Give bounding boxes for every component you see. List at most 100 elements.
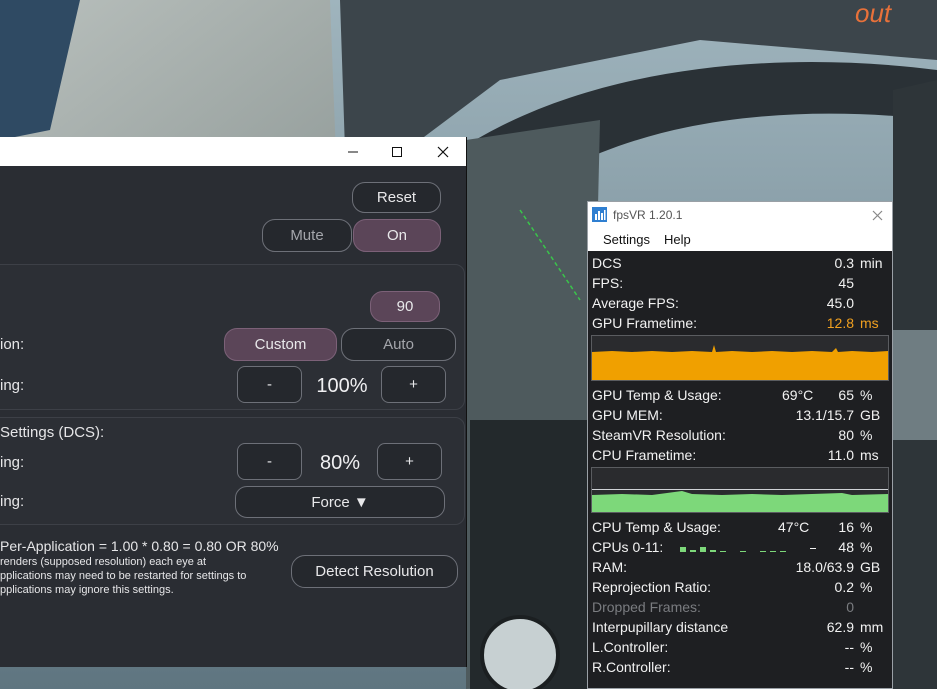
- fpsvr-window: fpsVR 1.20.1 Settings Help DCS 0.3 min F…: [587, 201, 893, 689]
- stat-value: 45: [838, 275, 854, 291]
- stat-row-cpu-frametime: CPU Frametime: 11.0 ms: [588, 445, 892, 465]
- detect-resolution-button[interactable]: Detect Resolution: [291, 555, 458, 588]
- stat-unit: %: [860, 639, 873, 655]
- stat-temp: 69°C: [782, 387, 814, 403]
- stat-value: 65: [838, 387, 854, 403]
- stat-value: 16: [838, 519, 854, 535]
- cpu-frametime-graph: [591, 467, 889, 513]
- stat-row-cpu-cores: CPUs 0-11: 48 %: [588, 537, 892, 557]
- auto-button[interactable]: Auto: [341, 328, 456, 361]
- stat-label: CPUs 0-11:: [592, 539, 664, 555]
- stat-value: 12.8: [826, 315, 854, 331]
- window-titlebar: [0, 137, 466, 166]
- stat-temp: 47°C: [778, 519, 810, 535]
- fpsvr-menubar: Settings Help: [588, 228, 892, 251]
- app-settings-title: Settings (DCS):: [0, 424, 105, 441]
- supersampling-value: 100%: [316, 375, 368, 397]
- stat-label: L.Controller:: [592, 639, 669, 655]
- stat-value: 11.0: [827, 447, 854, 463]
- stat-label: DCS: [592, 255, 622, 271]
- stat-unit: %: [860, 539, 873, 555]
- stat-unit: %: [860, 659, 873, 675]
- fpsvr-stats-panel: DCS 0.3 min FPS: 45 Average FPS: 45.0 GP…: [588, 251, 892, 688]
- stat-label: Dropped Frames:: [592, 599, 701, 615]
- mute-button[interactable]: Mute: [262, 219, 352, 252]
- stat-row-gpu-mem: GPU MEM: 13.1/15.7 GB: [588, 405, 892, 425]
- resolution-mode-label: ion:: [0, 336, 25, 353]
- stat-value: 48: [838, 539, 854, 555]
- stat-label: GPU Temp & Usage:: [592, 387, 722, 403]
- stat-row-app: DCS 0.3 min: [588, 253, 892, 273]
- stat-row-gpu-frametime: GPU Frametime: 12.8 ms: [588, 313, 892, 333]
- minimize-button[interactable]: [330, 137, 376, 166]
- maximize-button[interactable]: [374, 137, 420, 166]
- stat-label: Reprojection Ratio:: [592, 579, 712, 595]
- stat-row-ram: RAM: 18.0/63.9 GB: [588, 557, 892, 577]
- note-line-3: pplications may ignore this settings.: [0, 584, 174, 596]
- scene-text-fragment: out: [855, 0, 893, 28]
- note-line-2: pplications may need to be restarted for…: [0, 570, 247, 582]
- stat-unit: %: [860, 579, 873, 595]
- stat-label: GPU Frametime:: [592, 315, 698, 331]
- stat-value: 0.2: [834, 579, 854, 595]
- stat-row-cpu-temp-usage: CPU Temp & Usage: 47°C 16 %: [588, 517, 892, 537]
- cpu-core-bars: [680, 547, 816, 552]
- stat-row-fps: FPS: 45: [588, 273, 892, 293]
- stat-unit: mm: [860, 619, 884, 635]
- stat-label: R.Controller:: [592, 659, 671, 675]
- force-dropdown[interactable]: Force ▼: [235, 486, 445, 518]
- stat-label: FPS:: [592, 275, 624, 291]
- reset-button[interactable]: Reset: [352, 182, 441, 213]
- close-button[interactable]: [420, 137, 466, 166]
- app-supersampling-value: 80%: [319, 452, 361, 474]
- stat-row-average-fps: Average FPS: 45.0: [588, 293, 892, 313]
- app-increase-button[interactable]: +: [377, 443, 442, 480]
- fpsvr-titlebar: fpsVR 1.20.1: [588, 202, 892, 228]
- stat-unit: %: [860, 387, 873, 403]
- gpu-graph-area: [592, 345, 888, 380]
- stat-value: --: [844, 639, 854, 655]
- increase-button[interactable]: +: [381, 366, 446, 403]
- stat-row-gpu-temp-usage: GPU Temp & Usage: 69°C 65 %: [588, 385, 892, 405]
- app-override-label: ing:: [0, 493, 25, 510]
- stat-label: Average FPS:: [592, 295, 679, 311]
- stat-row-steamvr-resolution: SteamVR Resolution: 80 %: [588, 425, 892, 445]
- cpu-graph-area: [592, 489, 888, 512]
- stat-unit: GB: [860, 407, 881, 423]
- stat-unit: GB: [860, 559, 881, 575]
- fpsvr-close-button[interactable]: [864, 204, 890, 226]
- fpsvr-title: fpsVR 1.20.1: [613, 208, 683, 222]
- stat-value: 45.0: [826, 295, 854, 311]
- stat-value: 0.3: [834, 255, 854, 271]
- stat-unit: min: [860, 255, 883, 271]
- stat-label: Interpupillary distance: [592, 619, 729, 635]
- on-button[interactable]: On: [353, 219, 441, 252]
- decrease-button[interactable]: -: [237, 366, 302, 403]
- fpsvr-app-icon: [592, 207, 607, 222]
- stat-value: 80: [838, 427, 854, 443]
- stat-value: 0: [846, 599, 854, 615]
- close-icon: [872, 210, 882, 220]
- stat-row-left-controller: L.Controller: -- %: [588, 637, 892, 657]
- app-decrease-button[interactable]: -: [237, 443, 302, 480]
- note-line-1: renders (supposed resolution) each eye a…: [0, 556, 207, 568]
- stat-label: CPU Frametime:: [592, 447, 697, 463]
- close-icon: [437, 146, 449, 157]
- stat-label: GPU MEM:: [592, 407, 663, 423]
- stat-unit: ms: [860, 447, 879, 463]
- stat-row-right-controller: R.Controller: -- %: [588, 657, 892, 677]
- menu-help[interactable]: Help: [664, 232, 691, 247]
- menu-settings[interactable]: Settings: [603, 232, 650, 247]
- stat-value: 18.0/63.9: [795, 559, 854, 575]
- custom-button[interactable]: Custom: [224, 328, 337, 361]
- stat-label: RAM:: [592, 559, 627, 575]
- stat-value: 13.1/15.7: [795, 407, 854, 423]
- stat-unit: %: [860, 519, 873, 535]
- steamvr-settings-window: Reset Mute On 90 ion: Custom Auto ing: -…: [0, 137, 467, 667]
- minimize-icon: [348, 151, 358, 152]
- refresh-rate-value[interactable]: 90: [370, 291, 440, 322]
- maximize-icon: [392, 146, 402, 157]
- stat-row-dropped-frames: Dropped Frames: 0: [588, 597, 892, 617]
- stat-unit: ms: [860, 315, 879, 331]
- stat-label: CPU Temp & Usage:: [592, 519, 721, 535]
